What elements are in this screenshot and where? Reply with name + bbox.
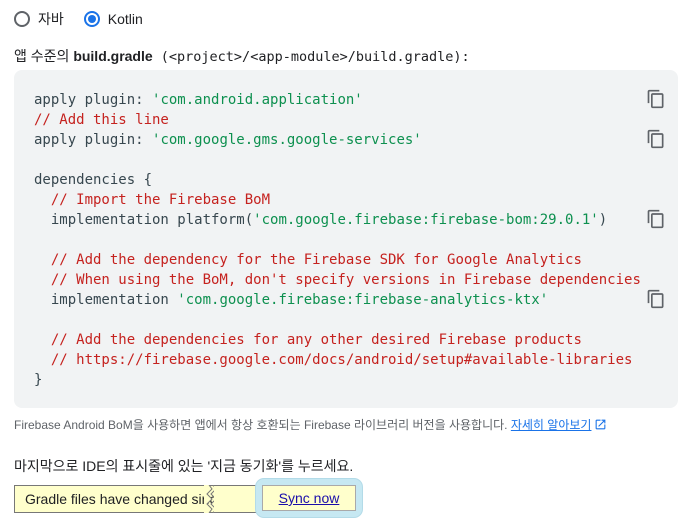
- radio-kotlin[interactable]: Kotlin: [83, 11, 143, 27]
- radio-kotlin-circle[interactable]: [83, 11, 100, 27]
- code-string: 'com.google.firebase:firebase-analytics-…: [177, 292, 549, 308]
- code-line-6: // Import the Firebase BoM: [50, 192, 271, 208]
- code-line-7: implementation platform('com.google.fire…: [51, 212, 607, 228]
- gradle-message: Gradle files have changed since last pro…: [14, 485, 218, 513]
- learn-more-link[interactable]: 자세히 알아보기: [511, 418, 592, 432]
- sync-instruction: 마지막으로 IDE의 표시줄에 있는 '지금 동기화'를 누르세요.: [14, 458, 354, 474]
- language-toggle: 자바 Kotlin: [14, 8, 163, 30]
- code-string: 'com.google.firebase:firebase-bom:29.0.1…: [253, 212, 599, 228]
- code-string: 'com.google.gms.google-services': [152, 132, 422, 148]
- code-line-10: // When using the BoM, don't specify ver…: [50, 272, 641, 288]
- code-paren: ): [598, 212, 608, 228]
- code-string: 'com.android.application': [152, 92, 363, 108]
- code-keyword: implementation: [50, 292, 178, 308]
- bom-note-text: Firebase Android BoM을 사용하면 앱에서 항상 호환되는 F…: [14, 418, 511, 432]
- code-keyword: apply plugin:: [34, 92, 153, 108]
- code-line-15: }: [34, 372, 43, 388]
- copy-icon[interactable]: [646, 129, 666, 149]
- code-keyword: implementation platform(: [50, 212, 254, 228]
- code-line-9: // Add the dependency for the Firebase S…: [50, 252, 582, 268]
- radio-java[interactable]: 자바: [14, 9, 64, 29]
- code-line-3: apply plugin: 'com.google.gms.google-ser…: [34, 132, 422, 148]
- code-line-13: // Add the dependencies for any other de…: [50, 332, 582, 348]
- code-line-2: // Add this line: [34, 112, 169, 128]
- code-line-11: implementation 'com.google.firebase:fire…: [51, 292, 548, 308]
- radio-kotlin-label[interactable]: Kotlin: [108, 11, 143, 27]
- file-caption: 앱 수준의 build.gradle (<project>/<app-modul…: [14, 46, 470, 66]
- copy-icon[interactable]: [646, 289, 666, 309]
- code-line-14: // https://firebase.google.com/docs/andr…: [50, 352, 633, 368]
- sync-now-button[interactable]: Sync now: [262, 485, 356, 511]
- bom-note: Firebase Android BoM을 사용하면 앱에서 항상 호환되는 F…: [14, 416, 607, 433]
- code-line-5: dependencies {: [34, 172, 153, 188]
- code-keyword: apply plugin:: [34, 132, 153, 148]
- radio-java-label[interactable]: 자바: [38, 9, 64, 29]
- code-text: apply plugin: 'com.android.application' …: [34, 90, 641, 390]
- copy-icon[interactable]: [646, 89, 666, 109]
- external-link-icon[interactable]: [594, 418, 607, 431]
- caption-filename: build.gradle: [73, 48, 153, 64]
- code-block: apply plugin: 'com.android.application' …: [14, 70, 678, 408]
- radio-java-circle[interactable]: [14, 11, 30, 27]
- code-line-1: apply plugin: 'com.android.application': [34, 92, 363, 108]
- caption-path: (<project>/<app-module>/build.gradle):: [152, 49, 470, 65]
- copy-icon[interactable]: [646, 209, 666, 229]
- caption-prefix: 앱 수준의: [14, 48, 74, 64]
